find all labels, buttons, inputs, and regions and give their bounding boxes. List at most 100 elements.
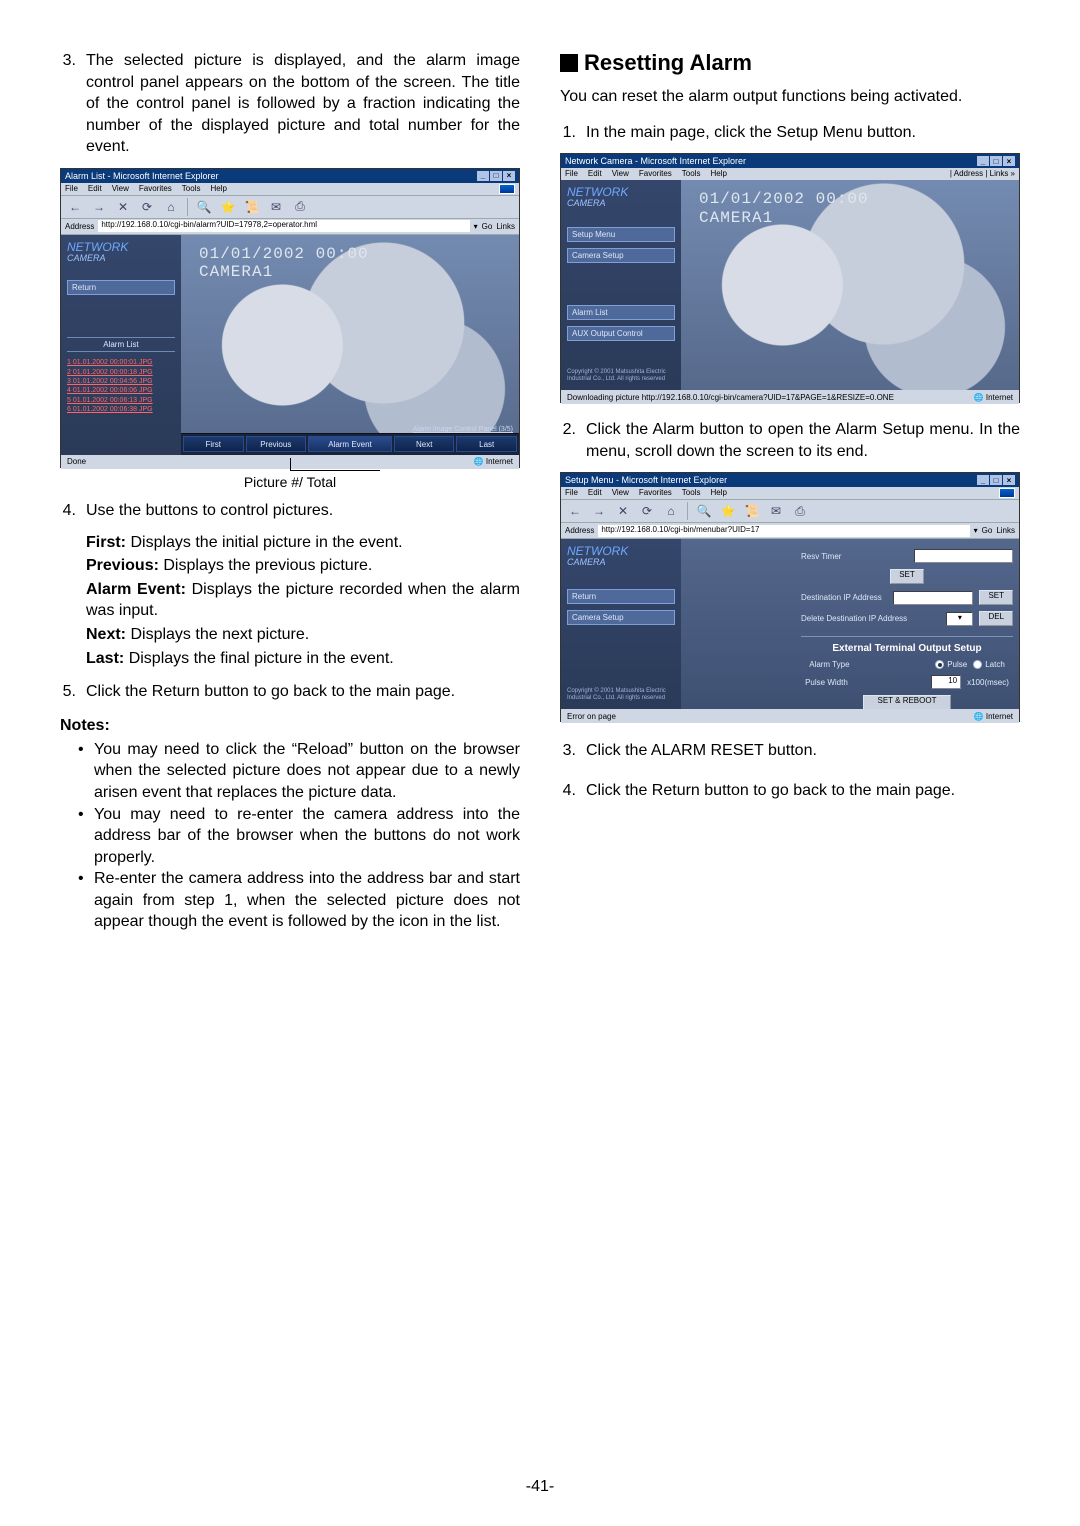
step-4-lead: Use the buttons to control pictures. bbox=[86, 500, 520, 522]
alarm-link[interactable]: 3 01.01.2002 00:04:56 JPG bbox=[67, 377, 175, 386]
aux-output-button[interactable]: AUX Output Control bbox=[567, 326, 675, 341]
resv-timer-input[interactable] bbox=[914, 549, 1013, 563]
stop-icon[interactable]: ✕ bbox=[615, 503, 631, 519]
pulse-unit: x100(msec) bbox=[967, 678, 1009, 687]
def-last-text: Displays the final picture in the event. bbox=[129, 650, 394, 667]
menubar: FileEditView FavoritesToolsHelp bbox=[561, 487, 1019, 499]
camera-setup-button[interactable]: Camera Setup bbox=[567, 610, 675, 625]
alarm-event-button[interactable]: Alarm Event bbox=[308, 436, 392, 452]
back-icon[interactable]: ← bbox=[567, 503, 583, 519]
osd-camera-name: CAMERA1 bbox=[699, 209, 773, 227]
search-icon[interactable]: 🔍 bbox=[196, 199, 212, 215]
history-icon[interactable]: 📜 bbox=[744, 503, 760, 519]
r-step1: In the main page, click the Setup Menu b… bbox=[586, 122, 1020, 144]
dest-ip-label: Destination IP Address bbox=[801, 593, 887, 602]
window-controls: _□× bbox=[477, 171, 515, 181]
browser-toolbar: ← → ✕ ⟳ ⌂ 🔍 ⭐ 📜 ✉ ⎙ bbox=[61, 195, 519, 219]
list-number: 5. bbox=[60, 681, 86, 703]
def-last-label: Last: bbox=[86, 650, 124, 667]
print-icon[interactable]: ⎙ bbox=[292, 199, 308, 215]
osd-timestamp: 01/01/2002 00:00 bbox=[199, 245, 369, 263]
first-button[interactable]: First bbox=[183, 436, 244, 452]
pulse-width-label: Pulse Width bbox=[805, 678, 925, 687]
pulse-width-input[interactable]: 10 bbox=[931, 675, 961, 689]
external-terminal-heading: External Terminal Output Setup bbox=[801, 636, 1013, 654]
list-number: 1. bbox=[560, 122, 586, 144]
alarm-list-button[interactable]: Alarm List bbox=[567, 305, 675, 320]
del-button[interactable]: DEL bbox=[979, 611, 1013, 626]
brand-logo: NETWORKCAMERA bbox=[567, 547, 675, 566]
screenshot-main-page: Network Camera - Microsoft Internet Expl… bbox=[560, 153, 1020, 403]
def-first-label: First: bbox=[86, 534, 126, 551]
list-number: 4. bbox=[60, 500, 86, 522]
next-button[interactable]: Next bbox=[394, 436, 455, 452]
window-controls: _□× bbox=[977, 475, 1015, 485]
address-input[interactable]: http://192.168.0.10/cgi-bin/menubar?UID=… bbox=[598, 525, 969, 537]
alarm-list-heading: Alarm List bbox=[67, 337, 175, 352]
setup-menu-button[interactable]: Setup Menu bbox=[567, 227, 675, 242]
back-icon[interactable]: ← bbox=[67, 199, 83, 215]
r-step2: Click the Alarm button to open the Alarm… bbox=[586, 419, 1020, 462]
menubar: FileEditView FavoritesToolsHelp bbox=[61, 183, 519, 195]
window-title: Setup Menu - Microsoft Internet Explorer bbox=[565, 475, 727, 485]
status-download: Downloading picture http://192.168.0.10/… bbox=[567, 393, 894, 402]
list-number: 4. bbox=[560, 780, 586, 802]
forward-icon[interactable]: → bbox=[91, 199, 107, 215]
menubar: FileEditView FavoritesToolsHelp | Addres… bbox=[561, 168, 1019, 180]
set-reboot-button[interactable]: SET & REBOOT bbox=[863, 695, 952, 709]
address-input[interactable]: http://192.168.0.10/cgi-bin/alarm?UID=17… bbox=[98, 220, 469, 232]
favorites-icon[interactable]: ⭐ bbox=[220, 199, 236, 215]
refresh-icon[interactable]: ⟳ bbox=[639, 503, 655, 519]
def-next-label: Next: bbox=[86, 626, 126, 643]
page-number: -41- bbox=[60, 1478, 1020, 1496]
status-zone: 🌐 Internet bbox=[974, 393, 1013, 402]
last-button[interactable]: Last bbox=[456, 436, 517, 452]
window-controls: _□× bbox=[977, 156, 1015, 166]
brand-logo: NETWORKCAMERA bbox=[67, 243, 175, 262]
favorites-icon[interactable]: ⭐ bbox=[720, 503, 736, 519]
copyright-text: Copyright © 2001 Matsushita Electric Ind… bbox=[567, 688, 675, 701]
go-button[interactable]: Go bbox=[982, 526, 993, 535]
osd-camera-name: CAMERA1 bbox=[199, 263, 273, 281]
alarm-link[interactable]: 5 01.01.2002 00:06:13 JPG bbox=[67, 396, 175, 405]
home-icon[interactable]: ⌂ bbox=[663, 503, 679, 519]
step-3-text: The selected picture is displayed, and t… bbox=[86, 50, 520, 158]
square-bullet-icon bbox=[560, 54, 578, 72]
stop-icon[interactable]: ✕ bbox=[115, 199, 131, 215]
dest-ip-input[interactable] bbox=[893, 591, 974, 605]
go-button[interactable]: Go bbox=[482, 222, 493, 231]
alarm-link[interactable]: 6 01.01.2002 00:06:38 JPG bbox=[67, 405, 175, 414]
search-icon[interactable]: 🔍 bbox=[696, 503, 712, 519]
camera-setup-button[interactable]: Camera Setup bbox=[567, 248, 675, 263]
def-next-text: Displays the next picture. bbox=[130, 626, 309, 643]
alarm-image-control-panel: First Previous Alarm Event Next Last bbox=[181, 433, 519, 455]
copyright-text: Copyright © 2001 Matsushita Electric Ind… bbox=[567, 369, 675, 382]
radio-pulse[interactable]: Pulse bbox=[935, 660, 967, 669]
home-icon[interactable]: ⌂ bbox=[163, 199, 179, 215]
return-button[interactable]: Return bbox=[67, 280, 175, 295]
links-label: Links bbox=[996, 526, 1015, 535]
alarm-link[interactable]: 4 01.01.2002 00:06:06 JPG bbox=[67, 386, 175, 395]
list-number: 3. bbox=[560, 740, 586, 762]
set-button[interactable]: SET bbox=[979, 590, 1013, 605]
alarm-type-label: Alarm Type bbox=[809, 660, 929, 669]
forward-icon[interactable]: → bbox=[591, 503, 607, 519]
address-bar: Address http://192.168.0.10/cgi-bin/alar… bbox=[61, 219, 519, 235]
alarm-link[interactable]: 2 01.01.2002 00:00:18 JPG bbox=[67, 368, 175, 377]
window-title: Alarm List - Microsoft Internet Explorer bbox=[65, 171, 219, 181]
def-previous-text: Displays the previous picture. bbox=[163, 557, 372, 574]
radio-latch[interactable]: Latch bbox=[973, 660, 1005, 669]
r-step3: Click the ALARM RESET button. bbox=[586, 740, 1020, 762]
screenshot-caption: Picture #/ Total bbox=[60, 474, 520, 490]
alarm-panel-title: Alarm Image Control Panel (3/5) bbox=[413, 426, 513, 433]
refresh-icon[interactable]: ⟳ bbox=[139, 199, 155, 215]
return-button[interactable]: Return bbox=[567, 589, 675, 604]
previous-button[interactable]: Previous bbox=[246, 436, 307, 452]
mail-icon[interactable]: ✉ bbox=[768, 503, 784, 519]
history-icon[interactable]: 📜 bbox=[244, 199, 260, 215]
note-3: Re-enter the camera address into the add… bbox=[94, 868, 520, 933]
print-icon[interactable]: ⎙ bbox=[792, 503, 808, 519]
mail-icon[interactable]: ✉ bbox=[268, 199, 284, 215]
set-button[interactable]: SET bbox=[890, 569, 924, 584]
alarm-link[interactable]: 1 01.01.2002 00:00:01 JPG bbox=[67, 358, 175, 367]
